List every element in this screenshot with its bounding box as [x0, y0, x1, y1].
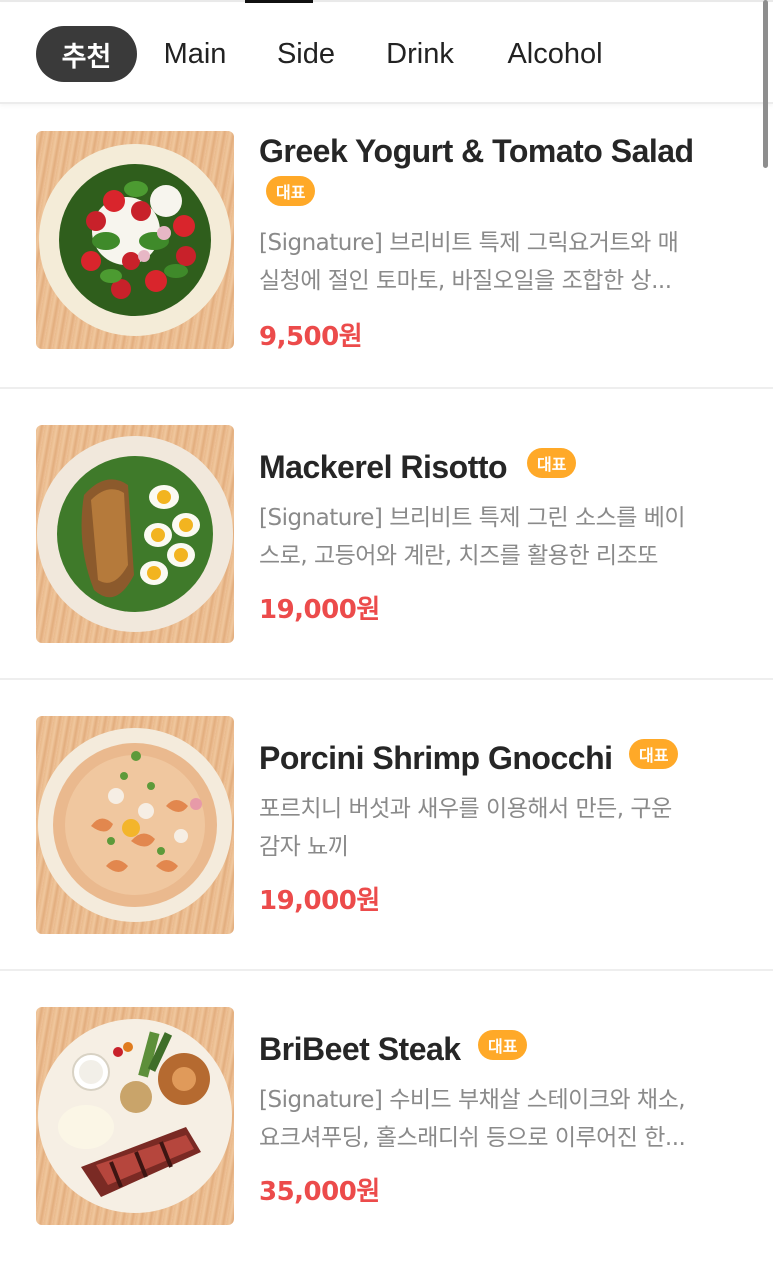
description-line: [Signature] 브리비트 특제 그릭요거트와 매: [259, 230, 679, 256]
menu-item[interactable]: BriBeet Steak 대표 [Signature] 수비드 부채살 스테이…: [0, 971, 773, 1262]
menu-item-description: [Signature] 수비드 부채살 스테이크와 채소, 요크셔푸딩, 홀스래…: [259, 1081, 739, 1157]
menu-item-price: 35,000원: [259, 1177, 380, 1207]
description-line: [Signature] 브리비트 특제 그린 소스를 베이: [259, 505, 686, 531]
signature-badge: 대표: [629, 739, 679, 769]
tab-side[interactable]: Side: [266, 26, 346, 82]
risotto-photo: [36, 425, 234, 643]
salad-photo: [36, 131, 234, 349]
description-line: 감자 뇨끼: [259, 834, 349, 860]
signature-badge: 대표: [478, 1030, 528, 1060]
menu-item-name: BriBeet Steak: [259, 1031, 461, 1067]
top-edge-line: [0, 0, 773, 2]
menu-item-name: Porcini Shrimp Gnocchi: [259, 740, 613, 776]
signature-badge: 대표: [527, 448, 577, 478]
description-line: 스로, 고등어와 계란, 치즈를 활용한 리조또: [259, 543, 658, 569]
menu-item[interactable]: Greek Yogurt & Tomato Salad 대표 [Signatur…: [0, 98, 773, 389]
menu-item-name: Greek Yogurt & Tomato Salad: [259, 133, 694, 169]
description-line: 요크셔푸딩, 홀스래디쉬 등으로 이루어진 한...: [259, 1125, 686, 1151]
category-tab-bar: 추천 Main Side Drink Alcohol: [0, 3, 773, 104]
tab-main[interactable]: Main: [152, 26, 238, 82]
menu-item-price: 19,000원: [259, 886, 380, 916]
menu-item[interactable]: Mackerel Risotto 대표 [Signature] 브리비트 특제 …: [0, 389, 773, 680]
menu-item-description: [Signature] 브리비트 특제 그린 소스를 베이 스로, 고등어와 계…: [259, 499, 739, 575]
signature-badge: 대표: [266, 176, 316, 206]
description-line: 포르치니 버섯과 새우를 이용해서 만든, 구운: [259, 796, 672, 822]
description-line: [Signature] 수비드 부채살 스테이크와 채소,: [259, 1087, 686, 1113]
tab-recommended[interactable]: 추천: [36, 26, 137, 82]
menu-item-name: Mackerel Risotto: [259, 449, 508, 485]
menu-item-description: [Signature] 브리비트 특제 그릭요거트와 매 실청에 절인 토마토,…: [259, 224, 739, 300]
tab-drink[interactable]: Drink: [374, 26, 466, 82]
menu-item-price: 9,500원: [259, 322, 363, 352]
tab-alcohol[interactable]: Alcohol: [494, 26, 616, 82]
steak-photo: [36, 1007, 234, 1225]
gnocchi-photo: [36, 716, 234, 934]
description-line: 실청에 절인 토마토, 바질오일을 조합한 상...: [259, 268, 672, 294]
menu-item[interactable]: Porcini Shrimp Gnocchi 대표 포르치니 버섯과 새우를 이…: [0, 680, 773, 971]
menu-item-description: 포르치니 버섯과 새우를 이용해서 만든, 구운 감자 뇨끼: [259, 790, 739, 866]
menu-item-price: 19,000원: [259, 595, 380, 625]
